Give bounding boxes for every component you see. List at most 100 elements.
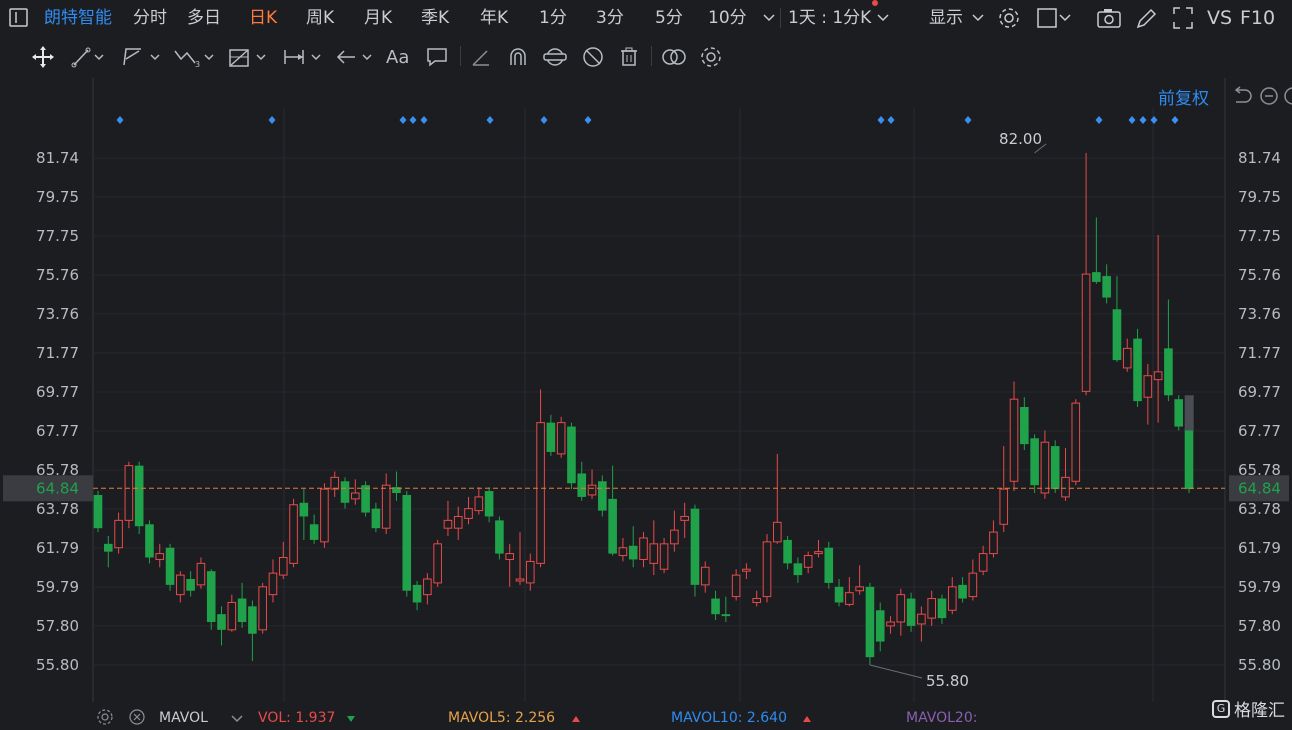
drawing-settings-gear-icon[interactable] (699, 44, 723, 70)
candle-body-up (927, 598, 936, 619)
mavol-chevron-icon[interactable] (230, 708, 244, 728)
divider (780, 8, 781, 28)
draw-pencil-icon[interactable] (1134, 0, 1158, 36)
volume-settings-gear-icon[interactable] (96, 708, 114, 730)
candle-body-down (1112, 309, 1122, 361)
candle-body-up (381, 484, 391, 529)
fullscreen-icon[interactable] (1171, 0, 1195, 36)
candle-body-down (217, 614, 226, 630)
svg-text:3: 3 (195, 60, 200, 69)
candle-body-up (587, 484, 597, 496)
period-tab-yearly[interactable]: 年K (480, 0, 508, 36)
event-marker-icon (877, 116, 885, 124)
candle-body-up (196, 562, 206, 586)
fibonacci-tool-icon[interactable] (227, 44, 271, 70)
candle-body-up (742, 568, 751, 572)
candle-body-up (639, 537, 648, 560)
price-tick-label-right: 81.74 (1238, 149, 1281, 167)
candle-body-up (1071, 402, 1081, 482)
period-tab-monthly[interactable]: 月K (364, 0, 392, 36)
candle-body-up (649, 543, 659, 564)
watermark: G 格隆汇 (1212, 696, 1285, 721)
candle-body-up (1153, 371, 1163, 381)
event-marker-icon (409, 116, 417, 124)
measure-tool-icon[interactable] (282, 44, 326, 70)
channel-tool-icon[interactable] (121, 44, 165, 70)
period-tab-weekly[interactable]: 周K (306, 0, 334, 36)
candle-body-down (1030, 438, 1039, 486)
vs-compare-button[interactable]: VS (1207, 0, 1232, 36)
period-tab-3min[interactable]: 3分 (596, 0, 624, 36)
sidebar-toggle-icon[interactable] (8, 0, 30, 36)
period-tab-5min[interactable]: 5分 (655, 0, 683, 36)
candle-body-up (700, 566, 710, 586)
candle-body-up (886, 621, 895, 627)
period-tab-multiday[interactable]: 多日 (187, 0, 221, 36)
candle-body-up (762, 541, 772, 598)
stock-name[interactable]: 朗特智能 (44, 0, 112, 36)
candle-body-down (103, 543, 113, 552)
candle-body-down (340, 481, 350, 503)
vol-down-arrow-icon (346, 712, 356, 728)
event-marker-icon (116, 116, 124, 124)
period-tab-1min[interactable]: 1分 (539, 0, 567, 36)
lock-drawing-icon[interactable] (542, 44, 568, 70)
event-marker-icon (1128, 116, 1136, 124)
display-menu[interactable]: 显示 (929, 0, 963, 36)
line-tool-icon[interactable] (70, 44, 110, 70)
volume-close-icon[interactable] (128, 708, 146, 730)
price-tick-label-left: 67.77 (36, 422, 79, 440)
hover-candle-highlight (1184, 395, 1194, 431)
candle-body-up (176, 574, 185, 596)
period-more-chevron-icon[interactable] (762, 0, 776, 36)
period-tab-daily[interactable]: 日K (249, 0, 277, 36)
period-tab-quarterly[interactable]: 季K (421, 0, 449, 36)
candle-body-down (484, 491, 494, 517)
layout-square-icon[interactable] (1036, 0, 1072, 36)
custom-period-chevron-icon[interactable] (876, 0, 890, 36)
candle-body-up (845, 592, 854, 605)
candle-body-up (268, 572, 278, 596)
price-tick-label-left: 69.77 (36, 383, 79, 401)
candle-body-down (299, 502, 309, 517)
magnet-icon[interactable] (506, 44, 530, 70)
candle-body-up (114, 519, 123, 549)
candle-body-up (330, 476, 340, 490)
candle-body-down (1050, 446, 1060, 490)
candle-body-down (237, 598, 247, 623)
wave-tool-icon[interactable]: 3 (173, 44, 217, 70)
display-chevron-icon[interactable] (971, 0, 985, 36)
candle-body-up (423, 578, 432, 596)
event-marker-icon (584, 116, 592, 124)
period-tab-intraday[interactable]: 分时 (133, 0, 167, 36)
ruler-tool-icon[interactable] (469, 44, 493, 70)
candle-body-down (865, 586, 875, 658)
candle-body-down (567, 426, 576, 484)
price-tick-label-right: 71.77 (1238, 344, 1281, 362)
price-tick-label-right: 55.80 (1238, 656, 1281, 674)
candle-body-up (896, 594, 906, 623)
text-tool[interactable]: Aa (386, 44, 409, 70)
candle-body-down (145, 524, 154, 558)
event-marker-icon (1150, 116, 1158, 124)
delete-trash-icon[interactable] (618, 44, 640, 70)
hide-drawings-icon[interactable] (581, 44, 605, 70)
period-tab-10min[interactable]: 10分 (708, 0, 747, 36)
arrow-tool-icon[interactable] (335, 44, 379, 70)
compare-overlay-icon[interactable] (660, 44, 688, 70)
candle-body-down (134, 465, 144, 527)
candle-body-up (968, 572, 978, 598)
move-crosshair-icon[interactable] (31, 44, 55, 70)
comment-tool-icon[interactable] (425, 44, 449, 70)
price-tick-label-right: 75.76 (1238, 266, 1281, 284)
settings-gear-icon[interactable] (997, 0, 1021, 36)
custom-period-selector[interactable]: 1天 : 1分K (788, 0, 871, 36)
candle-body-down (783, 539, 792, 564)
f10-button[interactable]: F10 (1240, 0, 1275, 36)
candle-body-down (93, 494, 103, 529)
event-marker-icon (420, 116, 428, 124)
candle-body-down (598, 481, 607, 511)
price-tick-label-left: 57.80 (36, 617, 79, 635)
candlestick-chart[interactable]: 81.74 81.74 79.75 79.75 77.75 77.75 75.76 75.76… (0, 78, 1292, 724)
screenshot-camera-icon[interactable] (1096, 0, 1122, 36)
